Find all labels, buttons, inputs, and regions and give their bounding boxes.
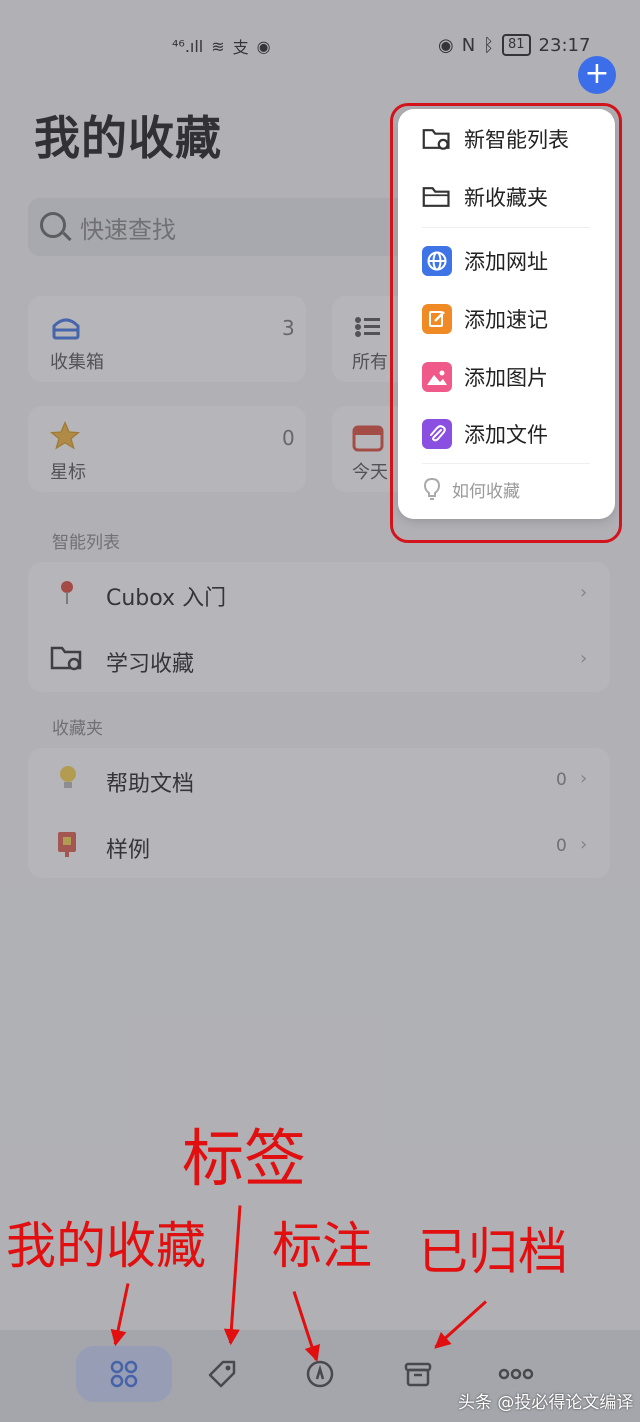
menu-item-add-note[interactable]: 添加速记 [422,299,548,339]
menu-divider [422,463,590,464]
add-menu: 新智能列表 新收藏夹 添加网址 添加速记 添加图片 添加文件 如何收藏 [398,109,615,519]
annotation-label-archived: 已归档 [418,1223,568,1281]
annotation-label-notes: 标注 [272,1217,372,1275]
menu-item-label: 添加文件 [464,423,548,447]
annotation-label-tags: 标签 [182,1122,307,1195]
menu-item-label: 新收藏夹 [464,186,548,210]
menu-item-label: 添加网址 [464,250,548,274]
menu-item-how-to-collect[interactable]: 如何收藏 [422,469,520,509]
smart-folder-icon [422,129,450,150]
note-icon [422,304,452,334]
menu-item-add-image[interactable]: 添加图片 [422,357,548,397]
menu-item-add-file[interactable]: 添加文件 [422,414,548,454]
menu-item-label: 添加速记 [464,308,548,332]
watermark: 头条 @投必得论文编译 [458,1393,634,1413]
menu-item-label: 新智能列表 [464,128,569,152]
annotation-label-collections: 我的收藏 [6,1217,206,1275]
paperclip-icon [422,419,452,449]
lightbulb-icon [423,477,441,500]
menu-item-label: 添加图片 [464,366,548,390]
menu-item-new-smart-list[interactable]: 新智能列表 [422,119,569,159]
globe-icon [422,246,452,276]
image-icon [422,362,452,392]
folder-icon [422,187,450,207]
add-button[interactable]: + [578,56,616,94]
menu-item-add-url[interactable]: 添加网址 [422,241,548,281]
menu-help-label: 如何收藏 [452,481,520,502]
menu-item-new-folder[interactable]: 新收藏夹 [422,177,548,217]
menu-divider [422,227,590,228]
